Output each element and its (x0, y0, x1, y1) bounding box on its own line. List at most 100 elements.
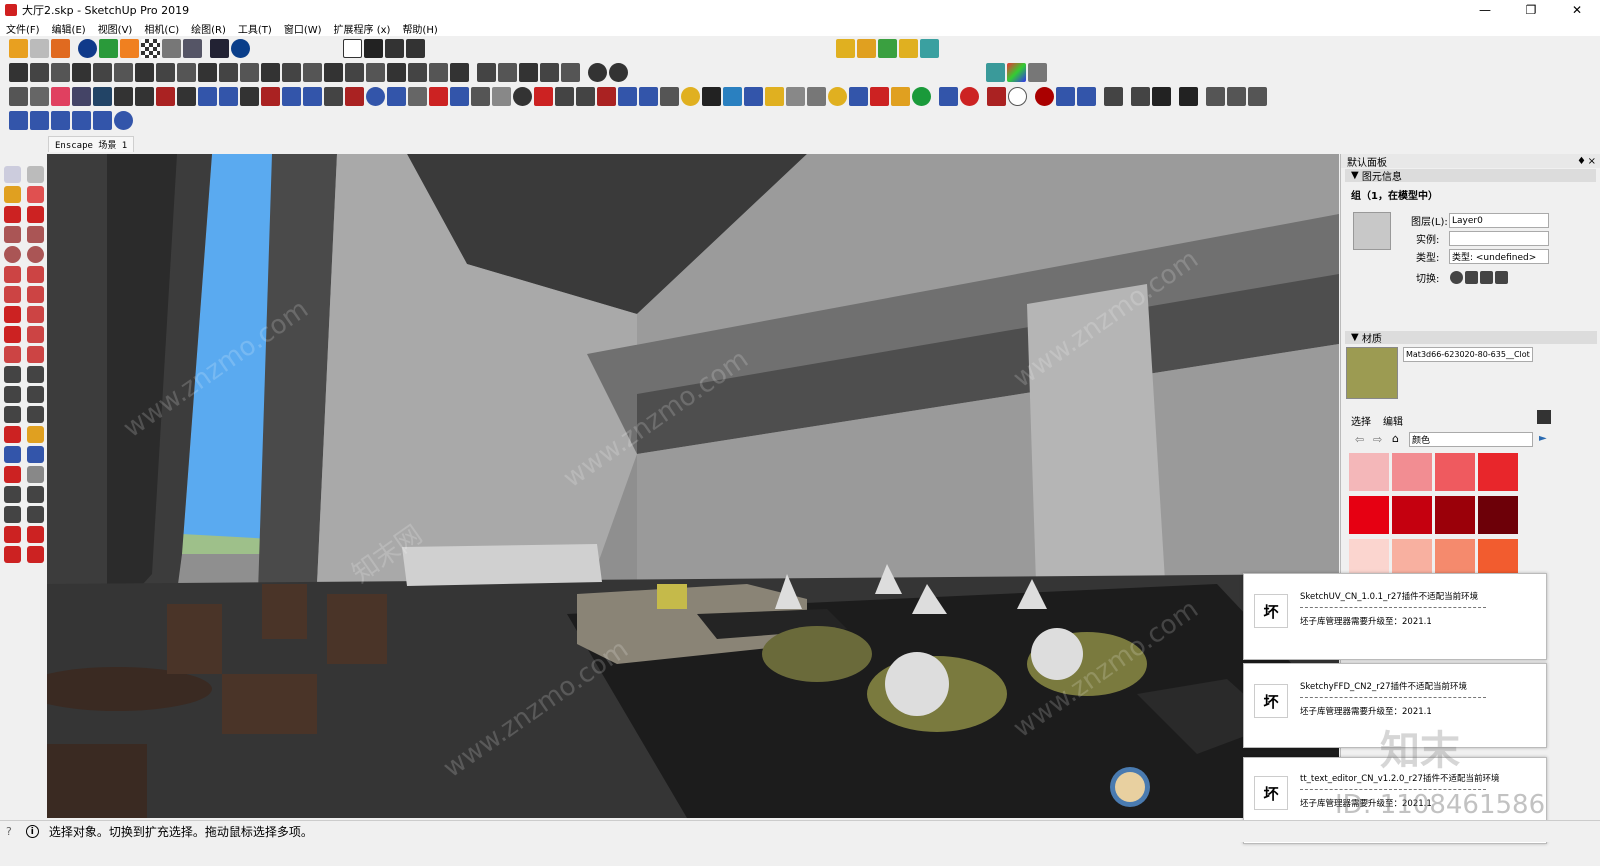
orbit-icon[interactable] (4, 426, 21, 443)
column-icon[interactable] (30, 62, 49, 82)
position-camera-icon[interactable] (4, 486, 21, 503)
sun-icon[interactable] (828, 86, 847, 106)
warehouse2-icon[interactable] (4, 526, 21, 543)
shape-icon[interactable] (51, 110, 70, 130)
pin-icon[interactable] (555, 86, 574, 106)
add-icon[interactable] (78, 38, 97, 58)
menu-tools[interactable]: 工具(T) (238, 21, 272, 36)
menu-file[interactable]: 文件(F) (6, 21, 40, 36)
entity-info-header[interactable]: ▼ 图元信息 (1345, 169, 1596, 183)
polygon-icon[interactable] (27, 246, 44, 263)
brush-icon[interactable] (857, 38, 876, 58)
tree-icon[interactable] (99, 38, 118, 58)
fence-icon[interactable] (450, 62, 469, 82)
grid-icon[interactable] (282, 62, 301, 82)
color-icon[interactable] (1007, 62, 1026, 82)
eraser-tool-icon[interactable] (27, 186, 44, 203)
clock-icon[interactable] (513, 86, 532, 106)
zoom-extents-icon[interactable] (4, 466, 21, 483)
shadow-receive-icon[interactable] (1495, 271, 1508, 284)
forward-arrow-icon[interactable]: ⇨ (1373, 433, 1382, 446)
color-swatch[interactable] (1478, 539, 1518, 573)
delete-icon[interactable] (51, 86, 70, 106)
sliders-icon[interactable] (30, 86, 49, 106)
check-icon[interactable] (364, 38, 383, 58)
offset-icon[interactable] (27, 346, 44, 363)
erase-icon[interactable] (870, 86, 889, 106)
group-icon[interactable] (450, 86, 469, 106)
section-icon[interactable] (27, 506, 44, 523)
freehand-icon[interactable] (27, 206, 44, 223)
back-arrow-icon[interactable]: ⇦ (1355, 433, 1364, 446)
stairs-icon[interactable] (9, 62, 28, 82)
extrude-icon[interactable] (324, 62, 343, 82)
style-icon[interactable] (9, 86, 28, 106)
chart-icon[interactable] (429, 62, 448, 82)
help-icon[interactable]: ? (6, 825, 12, 838)
curve-icon[interactable] (135, 62, 154, 82)
paint-bucket-icon[interactable] (4, 186, 21, 203)
triangle-icon[interactable] (477, 62, 496, 82)
menu-draw[interactable]: 绘图(R) (191, 21, 226, 36)
color-swatch[interactable] (1349, 539, 1389, 573)
ruby-icon[interactable] (27, 546, 44, 563)
gear2-icon[interactable] (471, 86, 490, 106)
circle-icon[interactable] (1008, 86, 1027, 106)
mirror-icon[interactable] (1104, 86, 1123, 106)
x-icon[interactable] (1077, 86, 1096, 106)
contrast-icon[interactable] (702, 86, 721, 106)
info-icon[interactable] (231, 38, 250, 58)
shadow-cast-icon[interactable] (1480, 271, 1493, 284)
twist-icon[interactable] (219, 62, 238, 82)
open-icon[interactable] (9, 38, 28, 58)
copy-icon[interactable] (219, 86, 238, 106)
current-material-swatch[interactable] (1346, 347, 1398, 399)
color-swatch[interactable] (1478, 453, 1518, 491)
building-icon[interactable] (93, 86, 112, 106)
pan-icon[interactable] (27, 426, 44, 443)
circle-tool-icon[interactable] (4, 246, 21, 263)
cube-icon[interactable] (303, 62, 322, 82)
instance-input[interactable] (1449, 231, 1549, 246)
pin-icon[interactable]: ♦ (1577, 156, 1586, 167)
dimension-icon[interactable] (27, 366, 44, 383)
color-swatch[interactable] (1435, 539, 1475, 573)
dropper-icon[interactable] (939, 86, 958, 106)
model-viewport[interactable]: www.znzmo.com www.znzmo.com www.znzmo.co… (47, 154, 1339, 818)
arc-tool-icon[interactable] (9, 110, 28, 130)
rotated-rect-icon[interactable] (27, 226, 44, 243)
settings-icon[interactable] (183, 38, 202, 58)
arc-draw-icon[interactable] (4, 266, 21, 283)
color-swatch[interactable] (1435, 496, 1475, 534)
import-icon[interactable] (597, 86, 616, 106)
color-swatch[interactable] (1435, 453, 1475, 491)
make-component-icon[interactable] (27, 166, 44, 183)
line-tool-icon[interactable] (4, 206, 21, 223)
record-icon[interactable] (1035, 86, 1054, 106)
bend-icon[interactable] (156, 62, 175, 82)
person-icon[interactable] (920, 38, 939, 58)
menu-view[interactable]: 视图(V) (98, 21, 133, 36)
expand-icon[interactable] (303, 86, 322, 106)
box-icon[interactable] (324, 86, 343, 106)
plugin-notification[interactable]: 坏 SketchUV_CN_1.0.1_r27插件不适配当前环境 坯子库管理器需… (1243, 573, 1547, 660)
refresh2-icon[interactable] (114, 110, 133, 130)
bbox-icon[interactable] (1206, 86, 1225, 106)
table-icon[interactable] (343, 38, 362, 58)
window-icon[interactable] (240, 86, 259, 106)
minimize-button[interactable]: — (1462, 0, 1508, 20)
layers2-icon[interactable] (408, 86, 427, 106)
color-swatch[interactable] (1392, 496, 1432, 534)
model-icon[interactable] (406, 38, 425, 58)
menu-help[interactable]: 帮助(H) (402, 21, 437, 36)
gear3-icon[interactable] (93, 110, 112, 130)
shell-icon[interactable] (345, 62, 364, 82)
library-select[interactable]: 颜色 (1409, 432, 1533, 447)
materials-header[interactable]: ▼ 材质 (1345, 331, 1597, 345)
link-icon[interactable] (114, 86, 133, 106)
cloud2-icon[interactable] (30, 110, 49, 130)
shelf-icon[interactable] (519, 62, 538, 82)
select-box-icon[interactable] (282, 86, 301, 106)
component-icon[interactable] (849, 86, 868, 106)
extension-icon[interactable] (27, 526, 44, 543)
